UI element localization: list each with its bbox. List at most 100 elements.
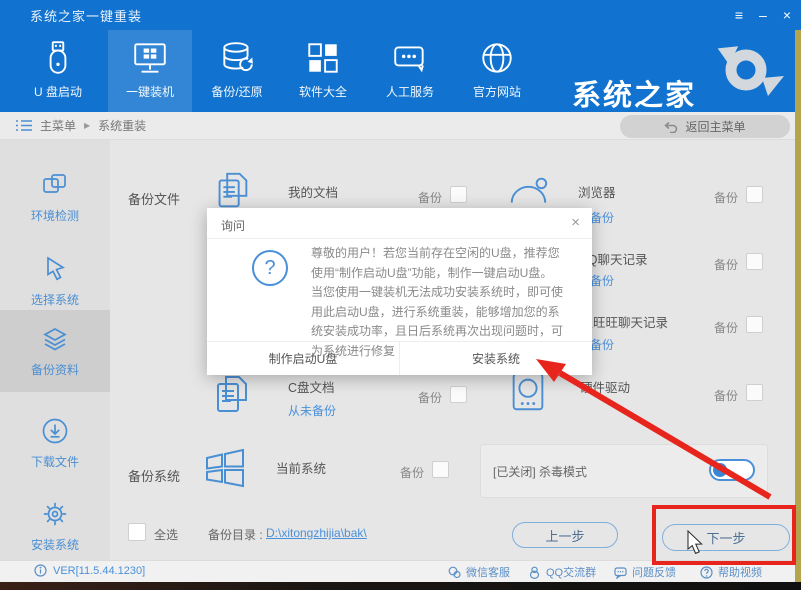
dialog-button-row: 制作启动U盘 安装系统 xyxy=(207,341,592,375)
backup-item-my-documents: 我的文档 xyxy=(288,186,339,200)
statusbar-link-qq-group[interactable]: QQ交流群 xyxy=(528,564,596,580)
app-window: 系统之家一键重装 ≡ – × U 盘启动 一键装机 备份/还原 软件大全 人工服… xyxy=(0,0,801,590)
dialog-title: 询问 xyxy=(221,219,246,233)
toolbar-label: 人工服务 xyxy=(385,85,434,99)
backup-checkbox-hardware-drivers[interactable] xyxy=(746,384,763,401)
backup-files-group-label: 备份文件 xyxy=(128,192,181,207)
back-arrow-icon xyxy=(664,121,678,133)
statusbar-link-feedback[interactable]: 问题反馈 xyxy=(614,564,676,580)
help-question-icon xyxy=(700,565,713,579)
statusbar-link-label: 微信客服 xyxy=(466,567,510,579)
toolbar-item-usb-boot[interactable]: U 盘启动 xyxy=(16,30,100,112)
question-mark-icon: ? xyxy=(252,250,288,286)
menu-icon[interactable]: ≡ xyxy=(735,0,743,30)
backup-checkbox-c-drive-docs[interactable] xyxy=(450,386,467,403)
statusbar-link-help-video[interactable]: 帮助视频 xyxy=(700,564,762,580)
screen-bottom-strip xyxy=(0,582,801,590)
breadcrumb-root[interactable]: 主菜单 xyxy=(40,117,76,134)
main-toolbar: U 盘启动 一键装机 备份/还原 软件大全 人工服务 官方网站 系统之家 xyxy=(0,30,801,124)
backup-checkbox-qq-chat[interactable] xyxy=(746,253,763,270)
antivirus-mode-label: [已关闭] 杀毒模式 xyxy=(493,465,588,479)
window-title: 系统之家一键重装 xyxy=(30,8,143,24)
toolbar-item-one-key-install[interactable]: 一键装机 xyxy=(108,30,192,112)
backup-system-group-label: 备份系统 xyxy=(128,469,181,484)
env-check-icon xyxy=(43,174,66,193)
backup-dir-label: 备份目录 : xyxy=(208,528,263,542)
next-step-button[interactable]: 下一步 xyxy=(662,524,790,551)
breadcrumb-separator-icon: ▶ xyxy=(84,121,91,130)
backup-label: 备份 xyxy=(714,258,739,272)
back-to-main-menu-button[interactable]: 返回主菜单 xyxy=(620,115,790,138)
sidebar-label: 下载文件 xyxy=(30,455,79,469)
menu-list-icon xyxy=(16,120,32,131)
statusbar-link-label: 帮助视频 xyxy=(718,567,762,579)
backup-status-c-drive-docs: 从未备份 xyxy=(288,404,337,418)
download-circle-icon xyxy=(42,418,68,444)
antivirus-toggle[interactable] xyxy=(709,459,755,481)
usb-drive-icon xyxy=(49,41,67,74)
version-text: VER[11.5.44.1230] xyxy=(53,564,146,577)
window-controls: ≡ – × xyxy=(735,0,791,30)
toolbar-label: 软件大全 xyxy=(298,85,347,99)
backup-item-hardware-drivers: 硬件驱动 xyxy=(580,381,631,395)
toggle-knob xyxy=(713,463,727,477)
globe-icon xyxy=(482,43,512,73)
database-restore-icon xyxy=(223,42,253,72)
toolbar-item-software[interactable]: 软件大全 xyxy=(281,30,365,112)
sidebar-item-backup-data[interactable]: 备份资料 xyxy=(0,310,110,392)
status-bar: VER[11.5.44.1230] 微信客服 QQ交流群 问题反馈 帮助视频 xyxy=(0,560,801,582)
monitor-windows-icon xyxy=(134,43,166,73)
toolbar-item-backup-restore[interactable]: 备份/还原 xyxy=(195,30,279,112)
backup-label: 备份 xyxy=(714,191,739,205)
backup-label: 备份 xyxy=(714,389,739,403)
info-icon xyxy=(34,564,47,577)
layers-icon xyxy=(43,328,67,351)
backup-label: 备份 xyxy=(418,391,443,405)
windows-logo-icon xyxy=(206,448,244,488)
backup-label: 备份 xyxy=(400,466,425,480)
backup-label: 备份 xyxy=(418,191,443,205)
backup-item-browser: 浏览器 xyxy=(578,186,616,200)
backup-checkbox-current-system[interactable] xyxy=(432,461,449,478)
toolbar-item-service[interactable]: 人工服务 xyxy=(368,30,452,112)
sidebar-label: 备份资料 xyxy=(30,363,79,377)
software-grid-icon xyxy=(308,43,338,73)
backup-dir-link[interactable]: D:\xitongzhijia\bak\ xyxy=(266,526,367,540)
backup-checkbox-my-documents[interactable] xyxy=(450,186,467,203)
cursor-arrow-icon xyxy=(47,256,66,281)
sidebar-label: 选择系统 xyxy=(30,293,79,307)
toolbar-label: U 盘启动 xyxy=(33,85,82,99)
select-all-checkbox[interactable] xyxy=(128,523,146,541)
backup-label: 备份 xyxy=(714,321,739,335)
backup-item-current-system: 当前系统 xyxy=(276,462,327,476)
close-icon[interactable]: × xyxy=(783,0,791,30)
sidebar: 环境检测 选择系统 备份资料 下载文件 安装系统 xyxy=(0,140,110,560)
feedback-bubble-icon xyxy=(614,566,627,579)
dialog-close-icon[interactable]: × xyxy=(571,214,580,231)
sidebar-item-install-system[interactable]: 安装系统 xyxy=(0,485,110,567)
backup-checkbox-wangwang-chat[interactable] xyxy=(746,316,763,333)
toolbar-label: 一键装机 xyxy=(125,85,174,99)
minimize-icon[interactable]: – xyxy=(759,0,767,30)
hardware-driver-icon xyxy=(512,372,544,411)
prev-step-button[interactable]: 上一步 xyxy=(512,522,618,548)
inquiry-dialog: 询问 × ? 尊敬的用户！若您当前存在空闲的U盘，推荐您使用“制作启动U盘”功能… xyxy=(207,208,592,375)
dialog-paragraph: 尊敬的用户！若您当前存在空闲的U盘，推荐您使用“制作启动U盘”功能，制作一键启动… xyxy=(311,246,560,280)
backup-checkbox-browser[interactable] xyxy=(746,186,763,203)
sidebar-item-download-files[interactable]: 下载文件 xyxy=(0,402,110,484)
statusbar-link-label: QQ交流群 xyxy=(546,567,597,579)
make-boot-usb-button[interactable]: 制作启动U盘 xyxy=(207,342,399,375)
toolbar-label: 备份/还原 xyxy=(211,85,263,99)
statusbar-link-label: 问题反馈 xyxy=(632,567,676,579)
chat-service-icon xyxy=(394,46,424,73)
toolbar-item-website[interactable]: 官方网站 xyxy=(455,30,539,112)
brand-swirl-icon xyxy=(717,46,784,96)
statusbar-link-wechat[interactable]: 微信客服 xyxy=(448,564,510,580)
install-system-button[interactable]: 安装系统 xyxy=(399,342,592,375)
sidebar-item-env-check[interactable]: 环境检测 xyxy=(0,156,110,238)
toolbar-label: 官方网站 xyxy=(472,85,521,99)
screen-edge-strip xyxy=(795,30,801,582)
sidebar-label: 安装系统 xyxy=(30,538,79,552)
antivirus-mode-panel: [已关闭] 杀毒模式 xyxy=(480,444,768,498)
gear-icon xyxy=(43,502,67,526)
